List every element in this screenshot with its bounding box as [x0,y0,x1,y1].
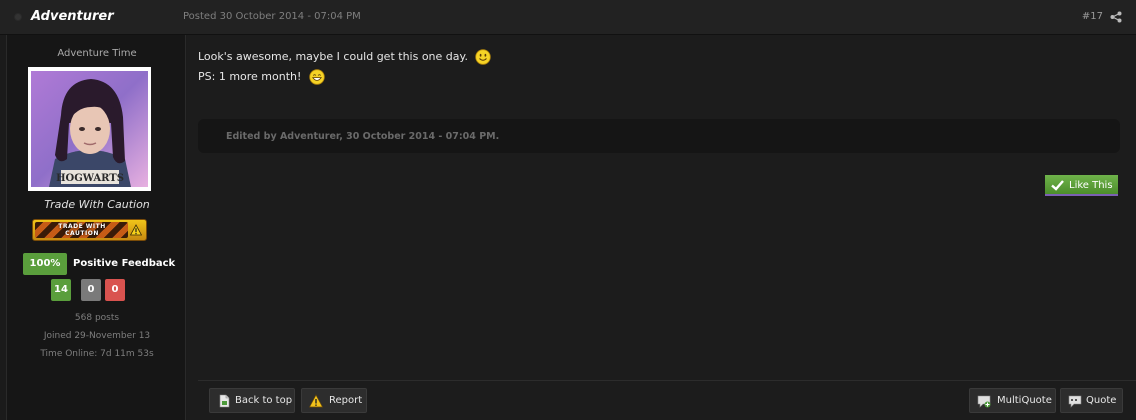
badge-text: TRADE WITH CAUTION [58,223,106,237]
quote-label: Quote [1086,395,1117,406]
avatar[interactable]: HOGWARTS [28,67,151,191]
report-label: Report [329,395,363,406]
negative-feedback-count[interactable]: 0 [105,279,125,301]
warning-icon [309,394,323,408]
group-badge: TRADE WITH CAUTION [32,219,147,241]
online-status-icon [14,13,22,21]
check-icon [1051,180,1064,191]
grin-icon [309,69,325,85]
feedback-label: Positive Feedback [73,258,176,269]
smile-icon [475,49,492,65]
share-icon[interactable] [1110,11,1122,23]
time-online: Time Online: 7d 11m 53s [40,349,154,359]
multiquote-label: MultiQuote [997,395,1052,406]
edit-notice-box: Edited by Adventurer, 30 October 2014 - … [198,119,1120,153]
post-date: Posted 30 October 2014 - 07:04 PM [183,11,361,22]
warning-icon [130,224,142,236]
author-name-link[interactable]: Adventurer [31,9,114,24]
avatar-image: HOGWARTS [31,71,148,187]
post-text-line-2: PS: 1 more month! [198,69,325,85]
post-text-1: Look's awesome, maybe I could get this o… [198,50,468,63]
speech-bubble-icon [1068,395,1082,408]
back-to-top-label: Back to top [235,395,293,406]
post-header: Adventurer Posted 30 October 2014 - 07:0… [0,0,1136,35]
joined-date: Joined 29-November 13 [43,331,151,341]
group-name: Trade With Caution [44,198,150,211]
post-number-link[interactable]: #17 [1082,11,1103,22]
post-text-line-1: Look's awesome, maybe I could get this o… [198,49,492,65]
edit-notice: Edited by Adventurer, 30 October 2014 - … [226,131,500,142]
report-button[interactable]: Report [301,388,367,413]
post-text-2: PS: 1 more month! [198,70,302,83]
back-to-top-button[interactable]: Back to top [209,388,295,413]
positive-feedback-count[interactable]: 14 [51,279,71,301]
neutral-feedback-count[interactable]: 0 [81,279,101,301]
speech-bubble-plus-icon [977,395,991,408]
post-count: 568 posts [74,313,120,323]
member-title: Adventure Time [57,48,137,59]
author-panel: Adventure Time HOGWARTS Trade With Cauti… [6,35,186,420]
quote-button[interactable]: Quote [1060,388,1123,413]
post-body: Look's awesome, maybe I could get this o… [187,35,1136,420]
avatar-caption: HOGWARTS [56,173,124,184]
feedback-percent-badge[interactable]: 100% [23,253,67,275]
like-button-label: Like This [1069,180,1113,191]
document-icon [219,394,230,408]
multiquote-button[interactable]: MultiQuote [969,388,1056,413]
post-footer: Back to top Report MultiQuote Quote [198,380,1136,420]
like-button[interactable]: Like This [1045,175,1118,196]
